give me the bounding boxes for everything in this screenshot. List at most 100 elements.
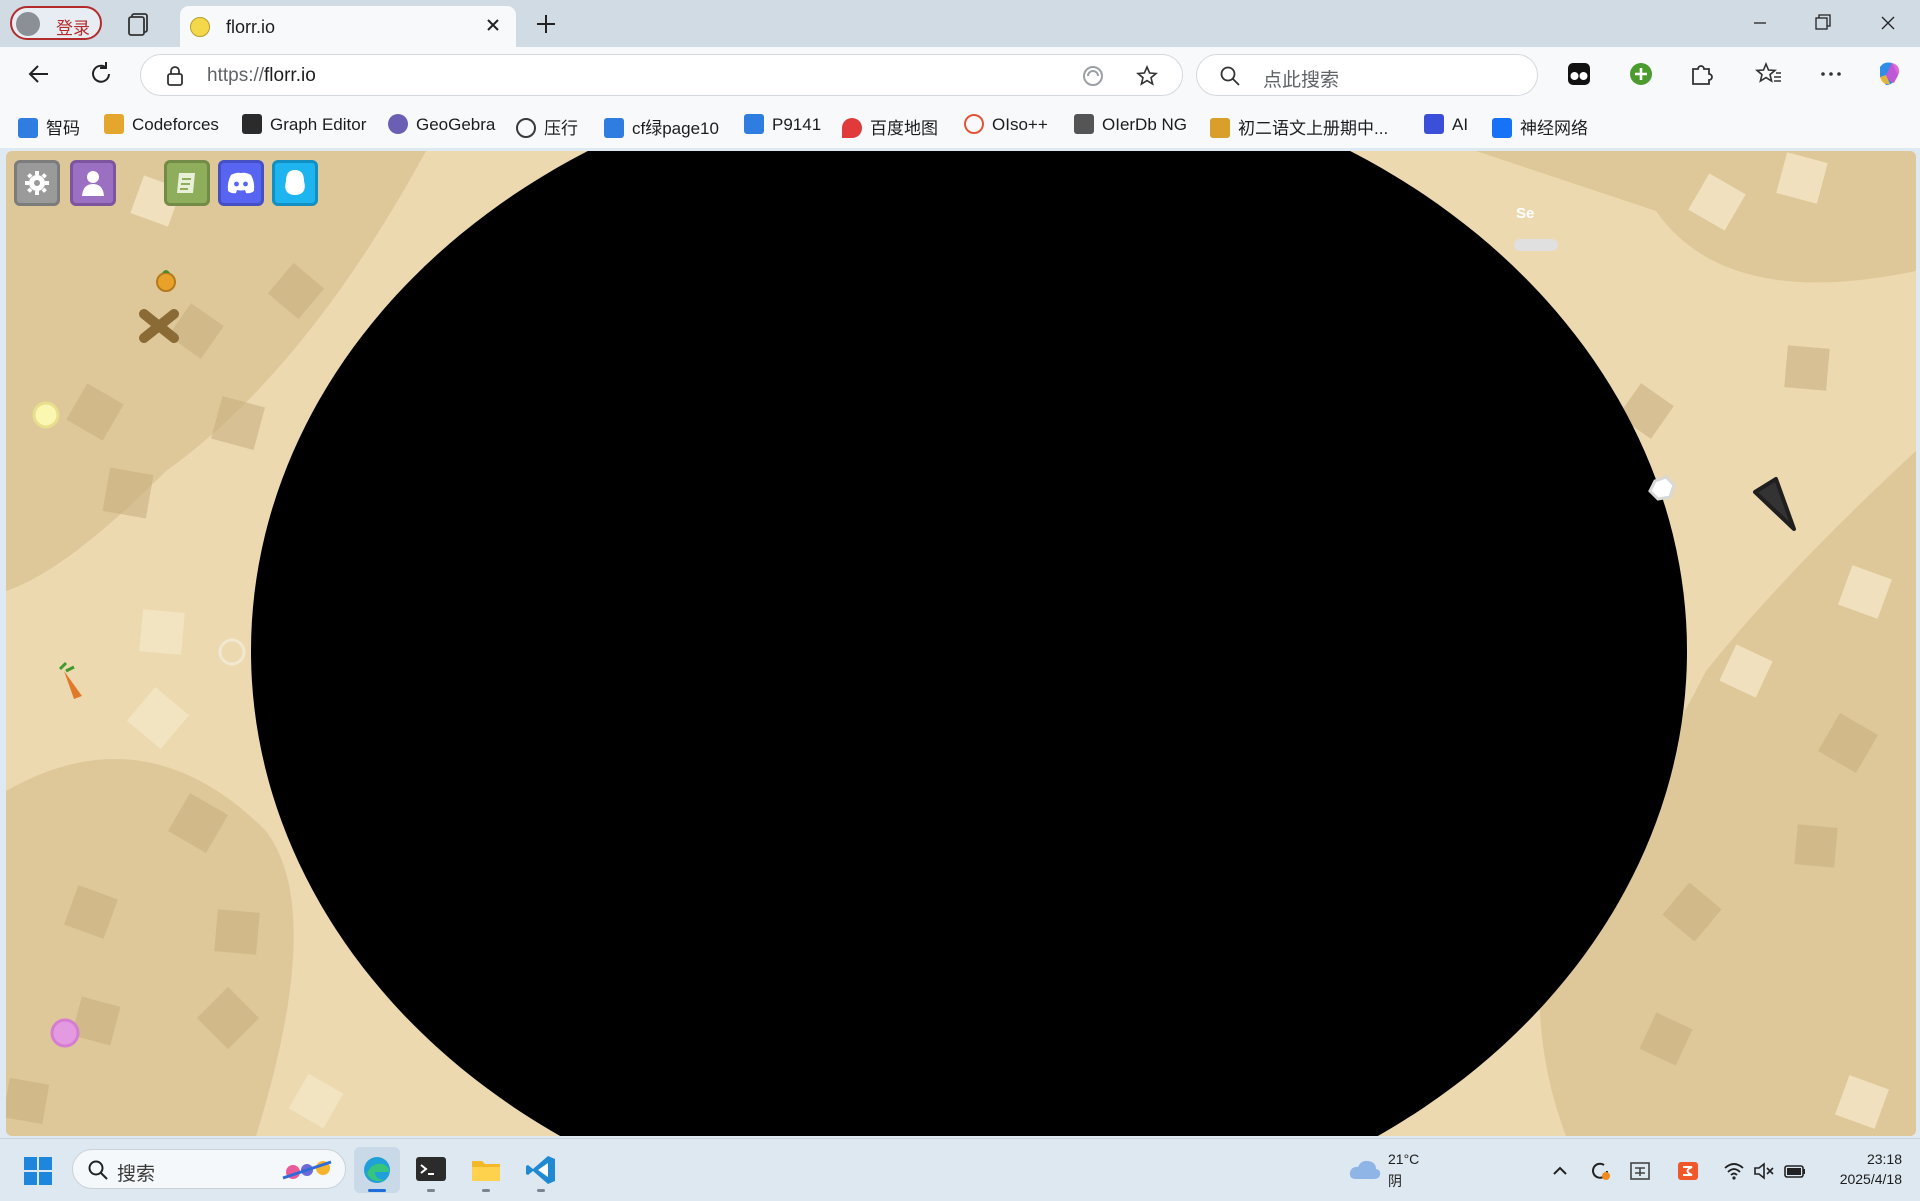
bookmark-geogebra[interactable]: GeoGebra	[388, 114, 495, 138]
bookmark-label: P9141	[772, 115, 822, 134]
sync-icon[interactable]	[1588, 1159, 1612, 1183]
copilot-icon[interactable]	[1872, 57, 1906, 91]
ghost-ring-icon	[218, 638, 246, 666]
bookmark-label: GeoGebra	[416, 115, 496, 134]
browser-toolbar: https://florr.io 点此搜索	[0, 47, 1920, 102]
weather-condition: 阴	[1388, 1173, 1402, 1189]
bookmark-label: 智码	[46, 119, 80, 138]
bookmark-label: 初二语文上册期中...	[1238, 119, 1389, 138]
close-tab-icon[interactable]	[482, 14, 504, 36]
show-hidden-icons-icon[interactable]	[1548, 1159, 1572, 1183]
bookmark-chinese-exam[interactable]: 初二语文上册期中...	[1210, 114, 1388, 138]
qq-button[interactable]	[272, 160, 318, 206]
close-window-icon[interactable]	[1868, 8, 1908, 38]
taskbar-edge[interactable]	[354, 1147, 400, 1193]
lock-icon[interactable]	[165, 65, 185, 87]
ai-icon	[1424, 114, 1444, 134]
bookmarks-bar: 智码 Codeforces Graph Editor GeoGebra 压行 c…	[0, 102, 1920, 148]
refresh-icon[interactable]	[84, 57, 118, 91]
address-bar[interactable]: https://florr.io	[140, 54, 1183, 96]
url-text: https://florr.io	[207, 65, 316, 87]
bookmark-ai[interactable]: AI	[1424, 114, 1468, 138]
bookmark-label: 神经网络	[1520, 119, 1588, 138]
folder-icon	[472, 1161, 500, 1181]
volume-muted-icon[interactable]	[1752, 1159, 1776, 1183]
globe-icon	[516, 118, 536, 138]
more-icon[interactable]	[1814, 57, 1848, 91]
taskbar-vscode[interactable]	[518, 1147, 564, 1193]
bookmark-yahang[interactable]: 压行	[516, 114, 578, 138]
tampermonkey-icon[interactable]	[1562, 57, 1596, 91]
tab-bar: 登录 florr.io	[0, 0, 1920, 47]
sogou-ime-icon[interactable]	[1676, 1159, 1700, 1183]
tab-title: florr.io	[226, 17, 276, 37]
taskbar-terminal[interactable]	[408, 1147, 454, 1193]
bookmark-neural-network[interactable]: 神经网络	[1492, 114, 1588, 138]
profile-button[interactable]: 登录	[10, 6, 102, 40]
battery-icon[interactable]	[1783, 1159, 1807, 1183]
bookmark-label: OIerDb NG	[1102, 115, 1188, 134]
tab-florr[interactable]: florr.io	[180, 6, 516, 47]
oiso-icon	[964, 114, 984, 134]
minimize-icon[interactable]	[1740, 8, 1780, 38]
account-icon	[82, 171, 104, 196]
map-pin-icon	[842, 118, 862, 138]
windows-start-icon[interactable]	[22, 1155, 54, 1187]
favorites-icon[interactable]	[1752, 57, 1786, 91]
game-canvas[interactable]: Se	[6, 151, 1916, 1136]
taskbar-search[interactable]: 搜索	[72, 1149, 346, 1189]
extensions-icon[interactable]	[1684, 57, 1718, 91]
game-map	[6, 151, 1916, 1136]
settings-icon	[25, 171, 49, 195]
bookmark-graph-editor[interactable]: Graph Editor	[242, 114, 366, 138]
bookmark-p9141[interactable]: P9141	[744, 114, 821, 138]
new-tab-icon[interactable]	[532, 10, 560, 38]
geogebra-icon	[388, 114, 408, 134]
weather-widget[interactable]: 21°C 阴	[1348, 1151, 1428, 1191]
bookmark-zhima[interactable]: 智码	[18, 114, 80, 138]
taskbar-file-explorer[interactable]	[463, 1147, 509, 1193]
zhihu-icon	[1492, 118, 1512, 138]
bookmark-label: cf绿page10	[632, 119, 719, 138]
restore-icon[interactable]	[1802, 8, 1842, 38]
florr-favicon-icon	[190, 17, 210, 37]
score-label: Se	[1516, 205, 1535, 222]
discord-button[interactable]	[218, 160, 264, 206]
luogu-icon	[744, 114, 764, 134]
search-icon	[1220, 66, 1240, 86]
input-method-icon[interactable]	[1628, 1159, 1652, 1183]
changelog-button[interactable]	[164, 160, 210, 206]
favorite-star-icon[interactable]	[1135, 64, 1159, 88]
clock[interactable]: 23:18 2025/4/18	[1816, 1149, 1902, 1189]
wifi-icon[interactable]	[1722, 1159, 1746, 1183]
bookmark-cf-green[interactable]: cf绿page10	[604, 114, 719, 138]
search-box[interactable]: 点此搜索	[1196, 54, 1538, 96]
account-button[interactable]	[70, 160, 116, 206]
add-extension-icon[interactable]	[1624, 57, 1658, 91]
taskbar-search-placeholder: 搜索	[117, 1164, 156, 1185]
back-icon[interactable]	[22, 57, 56, 91]
temperature: 21°C	[1388, 1151, 1420, 1167]
edge-icon	[364, 1157, 390, 1183]
settings-button[interactable]	[14, 160, 60, 206]
bookmark-label: Graph Editor	[270, 115, 367, 134]
profile-label: 登录	[56, 19, 90, 38]
url-host: florr.io	[264, 65, 316, 86]
bookmark-codeforces[interactable]: Codeforces	[104, 114, 219, 138]
edge-compat-icon[interactable]	[1081, 64, 1105, 88]
luogu-icon	[604, 118, 624, 138]
changelog-icon	[177, 173, 195, 193]
search-highlight-icon	[282, 1160, 332, 1180]
url-scheme: https://	[207, 65, 265, 86]
bookmark-oiso[interactable]: OIso++	[964, 114, 1048, 138]
orange-item-icon	[156, 272, 176, 292]
terminal-icon	[416, 1157, 446, 1181]
bookmark-baidu-map[interactable]: 百度地图	[842, 114, 938, 138]
taskbar: 搜索 21°C 阴 23:18 2025/4/18	[0, 1138, 1920, 1201]
bookmark-oierdb[interactable]: OIerDb NG	[1074, 114, 1187, 138]
tab-actions-icon[interactable]	[126, 11, 152, 37]
bookmark-label: Codeforces	[132, 115, 219, 134]
clock-date: 2025/4/18	[1839, 1171, 1902, 1187]
carrot-item-icon	[64, 671, 82, 699]
pink-petal-icon	[50, 1018, 80, 1048]
